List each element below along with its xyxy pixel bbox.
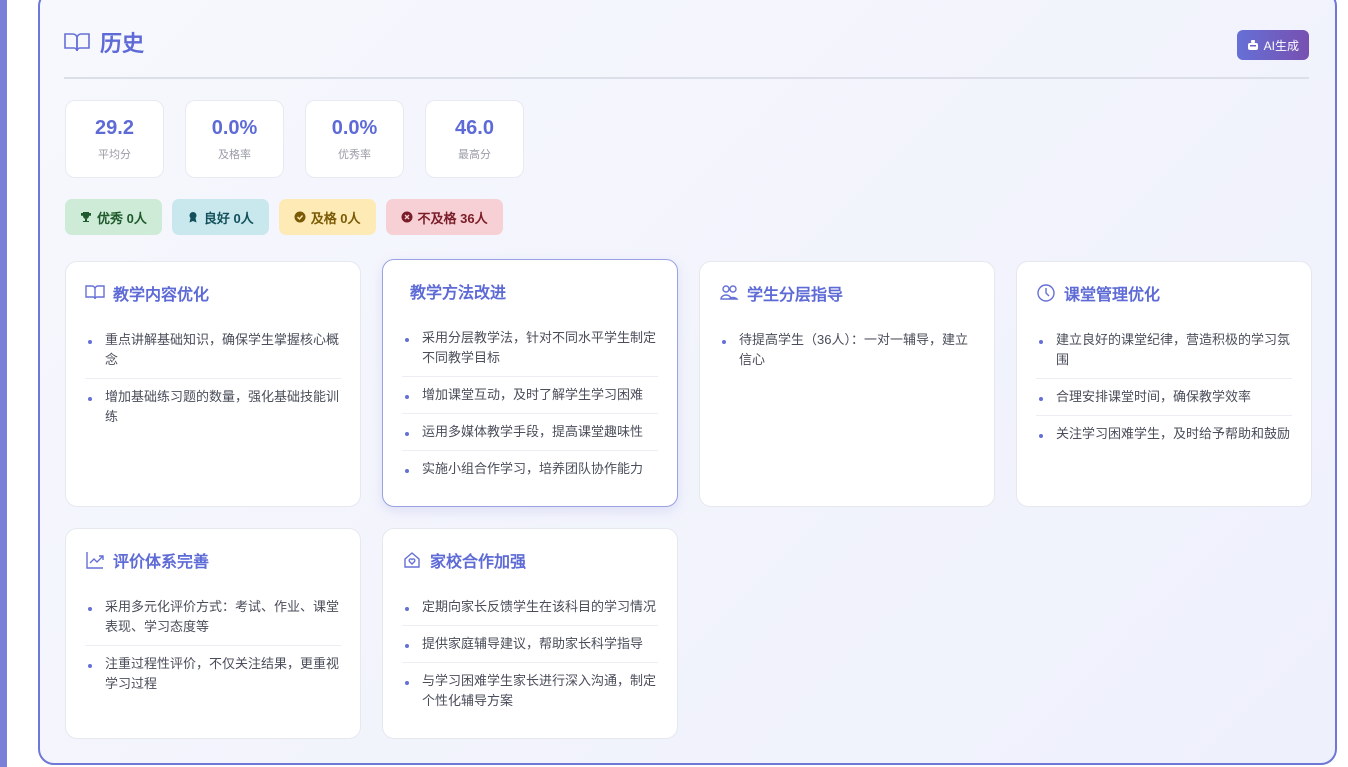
sidebar-edge <box>0 0 7 767</box>
list-item: 建立良好的课堂纪律，营造积极的学习氛围 <box>1036 322 1292 379</box>
card-title: 教学内容优化 <box>113 287 210 304</box>
suggestion-card[interactable]: 评价体系完善采用多元化评价方式：考试、作业、课堂表现、学习态度等 注重过程性评价，… <box>65 528 361 739</box>
badge-label: 不及格 36人 <box>417 210 488 226</box>
list-item: 采用多元化评价方式：考试、作业、课堂表现、学习态度等 <box>85 589 341 646</box>
stat-card: 46.0 最高分 <box>425 100 524 178</box>
grade-badges: 优秀 0人 良好 0人 及格 0人 不及格 36人 <box>65 199 503 235</box>
trophy-icon <box>81 212 91 222</box>
ai-generate-label: AI生成 <box>1263 38 1299 53</box>
card-title: 教学方法改进 <box>410 285 507 302</box>
card-header: 评价体系完善 <box>85 549 341 571</box>
list-item: 注重过程性评价，不仅关注结果，更重视学习过程 <box>85 646 341 702</box>
stat-value: 46.0 <box>455 117 494 139</box>
book-icon <box>85 285 105 300</box>
subject-panel: 历史 AI生成 29.2 平均分 0.0% 及格率 0.0% 优秀率 46.0 最高分 优秀 … <box>38 0 1337 765</box>
stat-value: 0.0% <box>211 117 258 139</box>
list-item: 增加基础练习题的数量，强化基础技能训练 <box>85 379 341 435</box>
subject-title: 历史 <box>100 31 145 56</box>
list-item: 实施小组合作学习，培养团队协作能力 <box>402 451 658 487</box>
header-divider <box>64 77 1309 79</box>
suggestion-card[interactable]: 学生分层指导待提高学生（36人）：一对一辅导，建立信心 <box>699 261 995 507</box>
list-item: 合理安排课堂时间，确保教学效率 <box>1036 379 1292 416</box>
book-icon <box>64 33 90 52</box>
stat-value: 0.0% <box>331 117 378 139</box>
grade-badge: 不及格 36人 <box>385 199 503 235</box>
robot-icon <box>1247 40 1258 50</box>
stat-label: 平均分 <box>98 149 131 161</box>
list-item: 提供家庭辅导建议，帮助家长科学指导 <box>402 626 658 663</box>
card-title: 学生分层指导 <box>747 287 844 304</box>
stat-card: 0.0% 优秀率 <box>305 100 404 178</box>
stat-label: 及格率 <box>218 149 251 161</box>
stat-card: 0.0% 及格率 <box>185 100 284 178</box>
list-item: 待提高学生（36人）：一对一辅导，建立信心 <box>719 322 975 378</box>
check-circle-icon <box>294 211 306 223</box>
badge-label: 良好 0人 <box>203 210 254 226</box>
stat-label: 优秀率 <box>338 149 371 161</box>
suggestion-cards: 教学内容优化重点讲解基础知识，确保学生掌握核心概念 增加基础练习题的数量，强化基础… <box>65 259 1312 739</box>
list-item: 定期向家长反馈学生在该科目的学习情况 <box>402 589 658 626</box>
clock-icon <box>1037 284 1055 302</box>
chart-line-icon <box>86 552 104 569</box>
suggestion-card[interactable]: 课堂管理优化建立良好的课堂纪律，营造积极的学习氛围 合理安排课堂时间，确保教学效率… <box>1016 261 1312 507</box>
list-item: 运用多媒体教学手段，提高课堂趣味性 <box>402 414 658 451</box>
card-header: 家校合作加强 <box>402 549 658 571</box>
list-item: 关注学习困难学生，及时给予帮助和鼓励 <box>1036 416 1292 452</box>
stat-label: 最高分 <box>458 149 491 161</box>
list-item: 采用分层教学法，针对不同水平学生制定不同教学目标 <box>402 320 658 377</box>
stat-card: 29.2 平均分 <box>65 100 164 178</box>
ai-generate-button[interactable]: AI生成 <box>1236 30 1309 60</box>
card-header: 课堂管理优化 <box>1036 282 1292 304</box>
list-item: 增加课堂互动，及时了解学生学习困难 <box>402 377 658 414</box>
card-header: 教学方法改进 <box>402 280 658 302</box>
grade-badge: 良好 0人 <box>171 199 269 235</box>
card-title: 课堂管理优化 <box>1064 287 1161 304</box>
award-icon <box>189 212 197 223</box>
home-heart-icon <box>404 552 420 568</box>
card-header: 学生分层指导 <box>719 282 975 304</box>
stat-value: 29.2 <box>95 117 134 139</box>
list-item: 重点讲解基础知识，确保学生掌握核心概念 <box>85 322 341 379</box>
list-item: 与学习困难学生家长进行深入沟通，制定个性化辅导方案 <box>402 663 658 719</box>
card-title: 评价体系完善 <box>113 554 210 571</box>
card-title: 家校合作加强 <box>430 554 527 571</box>
grade-badge: 及格 0人 <box>278 199 376 235</box>
panel-header: 历史 <box>64 26 144 58</box>
x-circle-icon <box>401 211 413 223</box>
users-icon <box>720 285 739 300</box>
stats-row: 29.2 平均分 0.0% 及格率 0.0% 优秀率 46.0 最高分 <box>65 100 524 178</box>
suggestion-card[interactable]: 教学内容优化重点讲解基础知识，确保学生掌握核心概念 增加基础练习题的数量，强化基础… <box>65 261 361 507</box>
badge-label: 优秀 0人 <box>97 210 147 226</box>
card-header: 教学内容优化 <box>85 282 341 304</box>
badge-label: 及格 0人 <box>310 210 361 226</box>
suggestion-card[interactable]: 家校合作加强定期向家长反馈学生在该科目的学习情况 提供家庭辅导建议，帮助家长科学指… <box>382 528 678 739</box>
grade-badge: 优秀 0人 <box>65 199 162 235</box>
suggestion-card[interactable]: 教学方法改进采用分层教学法，针对不同水平学生制定不同教学目标 增加课堂互动，及时了… <box>382 259 678 507</box>
